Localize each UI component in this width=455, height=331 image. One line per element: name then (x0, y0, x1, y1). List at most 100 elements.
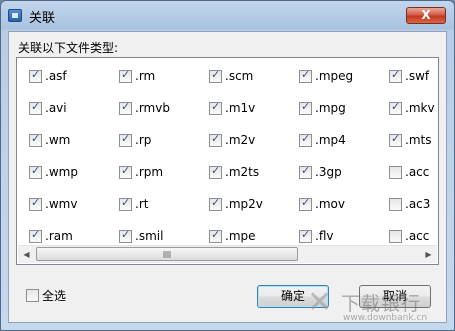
file-type-label: .rmvb (135, 101, 170, 115)
file-type-label: .mp4 (315, 133, 346, 147)
checkbox-icon[interactable] (209, 164, 222, 179)
file-type-item[interactable]: .avi (29, 100, 67, 116)
file-type-label: .mov (315, 197, 345, 211)
window-title: 关联 (29, 11, 56, 26)
file-type-label: .rp (135, 133, 152, 147)
associate-dialog: 关联 X 关联以下文件类型: .acc .ac3 .acc .mts .mkv .swf.… (0, 0, 455, 331)
checkbox-icon[interactable] (389, 100, 402, 115)
checkbox-icon[interactable] (119, 100, 132, 115)
file-type-item[interactable]: .scm (209, 68, 253, 84)
file-type-label: .smil (135, 229, 164, 243)
file-type-label: .mpe (225, 229, 256, 243)
file-type-item[interactable]: .asf (29, 68, 67, 84)
file-type-item[interactable]: .rm (119, 68, 155, 84)
ok-button[interactable]: 确定 (257, 285, 329, 308)
file-type-item[interactable]: .m2v (209, 132, 255, 148)
cancel-button[interactable]: 取消 (359, 285, 431, 308)
file-type-item[interactable]: .mkv (389, 100, 435, 116)
file-type-item[interactable]: .acc (389, 164, 429, 180)
file-type-item[interactable]: .mpg (299, 100, 346, 116)
checkbox-icon[interactable] (119, 196, 132, 211)
checkbox-icon[interactable] (389, 197, 402, 211)
file-type-label: .acc (405, 165, 430, 179)
file-type-item[interactable]: .wmv (29, 196, 77, 212)
file-type-item[interactable]: .mp2v (209, 196, 263, 212)
checkbox-icon[interactable] (209, 228, 222, 243)
checkbox-icon[interactable] (299, 100, 312, 115)
file-type-item[interactable]: .mpeg (299, 68, 353, 84)
file-type-item[interactable]: .mp4 (299, 132, 346, 148)
close-button[interactable]: X (406, 7, 446, 24)
file-type-item[interactable]: .rp (119, 132, 151, 148)
checkbox-icon[interactable] (389, 165, 402, 179)
file-type-label: .m1v (225, 101, 256, 115)
checkbox-icon[interactable] (209, 68, 222, 83)
file-type-label: .ram (45, 229, 73, 243)
file-type-item[interactable]: .smil (119, 228, 163, 244)
checkbox-icon[interactable] (29, 196, 42, 211)
file-type-label: .wmp (45, 165, 78, 179)
checkbox-icon[interactable] (299, 228, 312, 243)
file-type-item[interactable]: .mov (299, 196, 345, 212)
checkbox-icon[interactable] (119, 68, 132, 83)
file-type-item[interactable]: .3gp (299, 164, 342, 180)
file-type-item[interactable]: .rmvb (119, 100, 170, 116)
dialog-body: 关联以下文件类型: .acc .ac3 .acc .mts .mkv .swf .flv .m… (8, 31, 447, 323)
file-type-label: .swf (405, 69, 430, 83)
file-type-label: .ac3 (405, 197, 431, 211)
file-type-label: .flv (315, 229, 334, 243)
checkbox-icon[interactable] (29, 100, 42, 115)
file-type-item[interactable]: .mpe (209, 228, 256, 244)
file-type-item[interactable]: .rt (119, 196, 148, 212)
file-type-label: .scm (225, 69, 254, 83)
checkbox-icon[interactable] (209, 132, 222, 147)
file-type-item[interactable]: .flv (299, 228, 333, 244)
horizontal-scrollbar[interactable]: ◀ ▶ (18, 245, 437, 263)
file-type-item[interactable]: .m2ts (209, 164, 259, 180)
file-type-label: .m2v (225, 133, 256, 147)
file-type-item[interactable]: .wm (29, 132, 70, 148)
file-type-label: .mpeg (315, 69, 354, 83)
checkbox-icon[interactable] (209, 196, 222, 211)
checkbox-icon[interactable] (299, 68, 312, 83)
checkbox-icon[interactable] (299, 196, 312, 211)
file-type-label: .acc (405, 229, 430, 243)
checkbox-icon[interactable] (119, 164, 132, 179)
file-type-item[interactable]: .ram (29, 228, 73, 244)
app-icon (8, 9, 22, 22)
checkbox-icon[interactable] (119, 132, 132, 147)
scroll-left-arrow-icon[interactable]: ◀ (18, 246, 35, 263)
checkbox-icon[interactable] (119, 228, 132, 243)
file-type-label: .mp2v (225, 197, 263, 211)
select-all-checkbox[interactable]: 全选 (26, 287, 66, 304)
file-type-item[interactable]: .mts (389, 132, 431, 148)
file-type-item[interactable]: .ac3 (389, 196, 430, 212)
checkbox-icon[interactable] (389, 229, 402, 243)
file-type-label: .mts (405, 133, 432, 147)
checkbox-icon[interactable] (299, 132, 312, 147)
checkbox-icon[interactable] (29, 132, 42, 147)
file-type-label: .avi (45, 101, 67, 115)
checkbox-icon[interactable] (209, 100, 222, 115)
checkbox-icon[interactable] (389, 132, 402, 147)
checkbox-icon[interactable] (26, 289, 39, 302)
file-type-label: .mkv (405, 101, 435, 115)
scroll-right-arrow-icon[interactable]: ▶ (420, 246, 437, 263)
scroll-thumb[interactable] (36, 247, 298, 261)
file-type-item[interactable]: .acc (389, 228, 429, 244)
file-type-label: .rt (135, 197, 149, 211)
grip-icon (163, 251, 171, 258)
file-type-item[interactable]: .m1v (209, 100, 255, 116)
file-type-item[interactable]: .wmp (29, 164, 78, 180)
file-type-label: .asf (45, 69, 67, 83)
title-bar[interactable]: 关联 X (1, 1, 454, 29)
checkbox-icon[interactable] (299, 164, 312, 179)
checkbox-icon[interactable] (389, 68, 402, 83)
file-type-item[interactable]: .rpm (119, 164, 163, 180)
checkbox-icon[interactable] (29, 68, 42, 83)
file-type-label: .m2ts (225, 165, 260, 179)
checkbox-icon[interactable] (29, 228, 42, 243)
file-type-item[interactable]: .swf (389, 68, 429, 84)
checkbox-icon[interactable] (29, 164, 42, 179)
file-type-list: .acc .ac3 .acc .mts .mkv .swf .flv .mov .3gp .mp4… (16, 57, 439, 265)
